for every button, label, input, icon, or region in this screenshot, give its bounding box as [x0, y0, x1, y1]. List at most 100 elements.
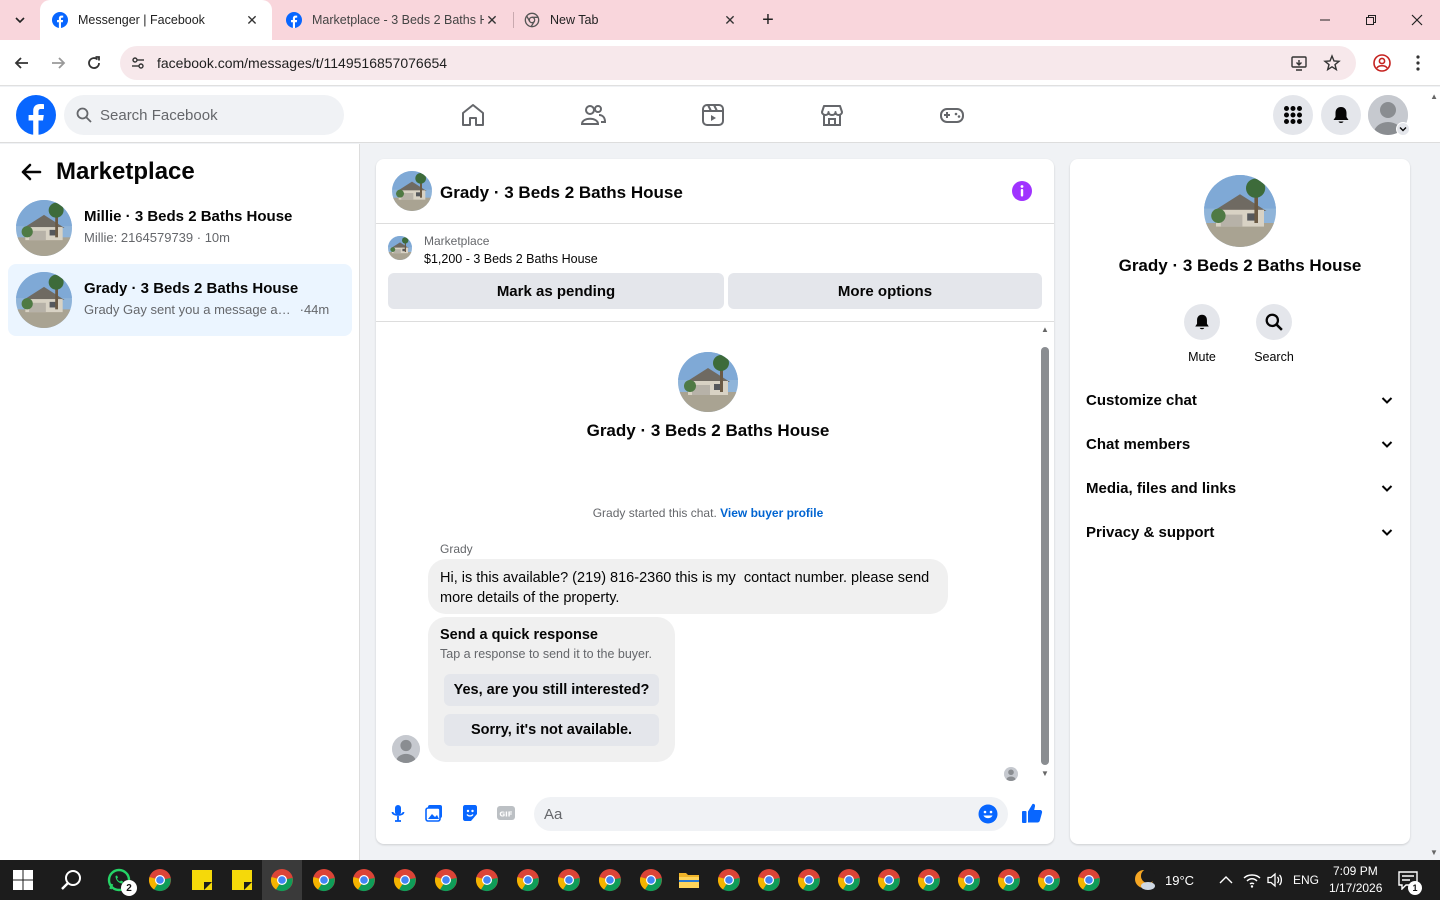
- account-chevron[interactable]: [1396, 122, 1410, 136]
- address-bar[interactable]: facebook.com/messages/t/1149516857076654: [120, 46, 1356, 80]
- chrome-icon[interactable]: [598, 868, 622, 892]
- weather-temperature[interactable]: 19°C: [1165, 873, 1194, 888]
- chrome-icon[interactable]: [917, 868, 941, 892]
- search-in-chat-button[interactable]: [1256, 304, 1292, 340]
- chrome-icon[interactable]: [717, 868, 741, 892]
- install-app-icon[interactable]: [1290, 54, 1308, 72]
- sticker-icon[interactable]: [460, 803, 480, 823]
- emoji-icon[interactable]: [978, 804, 998, 824]
- close-tab-icon[interactable]: ✕: [722, 12, 738, 29]
- chrome-icon[interactable]: [557, 868, 581, 892]
- notifications-button[interactable]: [1321, 95, 1361, 135]
- tab-marketplace[interactable]: Marketplace - 3 Beds 2 Baths H ✕: [274, 0, 512, 40]
- customize-chat-section[interactable]: Customize chat: [1086, 382, 1394, 418]
- message-input-box[interactable]: [534, 797, 1008, 831]
- quick-response-yes-button[interactable]: Yes, are you still interested?: [444, 674, 659, 706]
- chrome-icon[interactable]: [434, 868, 458, 892]
- scroll-up-arrow[interactable]: ▲: [1041, 325, 1049, 334]
- back-button[interactable]: [10, 51, 34, 75]
- search-input[interactable]: [100, 95, 330, 135]
- search-action[interactable]: Search: [1244, 304, 1304, 364]
- sender-avatar[interactable]: [392, 735, 420, 763]
- back-arrow-icon[interactable]: [20, 161, 42, 183]
- friends-icon[interactable]: [579, 101, 607, 129]
- facebook-logo-icon[interactable]: [16, 95, 56, 135]
- maximize-button[interactable]: [1348, 0, 1394, 40]
- mute-action[interactable]: Mute: [1172, 304, 1232, 364]
- file-explorer-icon[interactable]: [677, 868, 701, 892]
- quick-response-sorry-button[interactable]: Sorry, it's not available.: [444, 714, 659, 746]
- tab-new-tab[interactable]: New Tab ✕: [512, 0, 750, 40]
- listing-price-title[interactable]: $1,200 - 3 Beds 2 Baths House: [424, 252, 598, 266]
- chrome-icon[interactable]: [837, 868, 861, 892]
- close-window-button[interactable]: [1394, 0, 1440, 40]
- home-icon[interactable]: [459, 101, 487, 129]
- privacy-support-section[interactable]: Privacy & support: [1086, 514, 1394, 550]
- input-language[interactable]: ENG: [1293, 873, 1319, 887]
- chrome-icon[interactable]: [757, 868, 781, 892]
- tab-search-dropdown[interactable]: [8, 8, 32, 32]
- sticky-notes-icon[interactable]: [230, 868, 254, 892]
- profile-icon[interactable]: [1373, 54, 1391, 72]
- new-tab-button[interactable]: +: [758, 8, 778, 32]
- chrome-icon[interactable]: [997, 868, 1021, 892]
- chrome-icon[interactable]: [148, 868, 172, 892]
- tab-messenger[interactable]: Messenger | Facebook ✕: [40, 0, 272, 40]
- chrome-icon[interactable]: [475, 868, 499, 892]
- conversation-item[interactable]: Millie · 3 Beds 2 Baths House Millie: 21…: [8, 192, 352, 264]
- message-input[interactable]: [544, 797, 964, 831]
- more-options-button[interactable]: More options: [728, 273, 1042, 309]
- video-icon[interactable]: [699, 101, 727, 129]
- chrome-icon[interactable]: [877, 868, 901, 892]
- sticky-notes-icon[interactable]: [190, 868, 214, 892]
- info-avatar[interactable]: [1204, 175, 1276, 247]
- gif-icon[interactable]: GIF: [496, 803, 516, 823]
- chrome-icon[interactable]: [957, 868, 981, 892]
- volume-icon[interactable]: [1266, 872, 1284, 888]
- site-info-icon[interactable]: [130, 55, 146, 71]
- chat-title[interactable]: Grady · 3 Beds 2 Baths House: [440, 183, 683, 203]
- chat-avatar[interactable]: [392, 171, 432, 211]
- chat-members-section[interactable]: Chat members: [1086, 426, 1394, 462]
- view-buyer-profile-link[interactable]: View buyer profile: [720, 506, 823, 520]
- marketplace-icon[interactable]: [818, 101, 846, 129]
- reload-button[interactable]: [82, 51, 106, 75]
- chrome-icon[interactable]: [393, 868, 417, 892]
- chrome-icon[interactable]: [1077, 868, 1101, 892]
- chrome-icon[interactable]: [639, 868, 663, 892]
- mark-as-pending-button[interactable]: Mark as pending: [388, 273, 724, 309]
- scroll-down-arrow[interactable]: ▼: [1041, 769, 1049, 778]
- weather-moon-icon[interactable]: [1133, 868, 1157, 892]
- chrome-icon[interactable]: [797, 868, 821, 892]
- conversation-item-selected[interactable]: Grady · 3 Beds 2 Baths House Grady Gay s…: [8, 264, 352, 336]
- browser-menu-icon[interactable]: [1409, 54, 1427, 72]
- clock-time[interactable]: 7:09 PM: [1333, 864, 1378, 878]
- mute-button[interactable]: [1184, 304, 1220, 340]
- page-scroll-down-arrow[interactable]: ▼: [1430, 848, 1438, 857]
- microphone-icon[interactable]: [388, 803, 408, 823]
- close-tab-icon[interactable]: ✕: [484, 12, 500, 29]
- like-thumbs-up-icon[interactable]: [1020, 801, 1044, 825]
- photo-icon[interactable]: [424, 803, 444, 823]
- message-thread[interactable]: Grady · 3 Beds 2 Baths House Grady start…: [376, 323, 1054, 783]
- chevron-up-icon[interactable]: [1218, 872, 1234, 888]
- windows-start-icon[interactable]: [13, 870, 33, 890]
- menu-button[interactable]: [1273, 95, 1313, 135]
- gaming-icon[interactable]: [938, 101, 966, 129]
- chrome-icon[interactable]: [270, 868, 294, 892]
- close-tab-icon[interactable]: ✕: [244, 12, 260, 29]
- chrome-icon[interactable]: [312, 868, 336, 892]
- clock-date[interactable]: 1/17/2026: [1329, 881, 1382, 895]
- media-files-links-section[interactable]: Media, files and links: [1086, 470, 1394, 506]
- bookmark-star-icon[interactable]: [1323, 54, 1341, 72]
- chrome-icon[interactable]: [352, 868, 376, 892]
- forward-button[interactable]: [46, 51, 70, 75]
- search-icon[interactable]: [60, 868, 84, 892]
- info-icon[interactable]: [1012, 181, 1032, 201]
- listing-thumbnail[interactable]: [388, 236, 412, 260]
- chrome-icon[interactable]: [1037, 868, 1061, 892]
- thread-scrollbar[interactable]: ▲ ▼: [1038, 323, 1052, 783]
- minimize-button[interactable]: [1302, 0, 1348, 40]
- page-scroll-up-arrow[interactable]: ▲: [1430, 92, 1438, 101]
- scrollbar-thumb[interactable]: [1041, 347, 1049, 765]
